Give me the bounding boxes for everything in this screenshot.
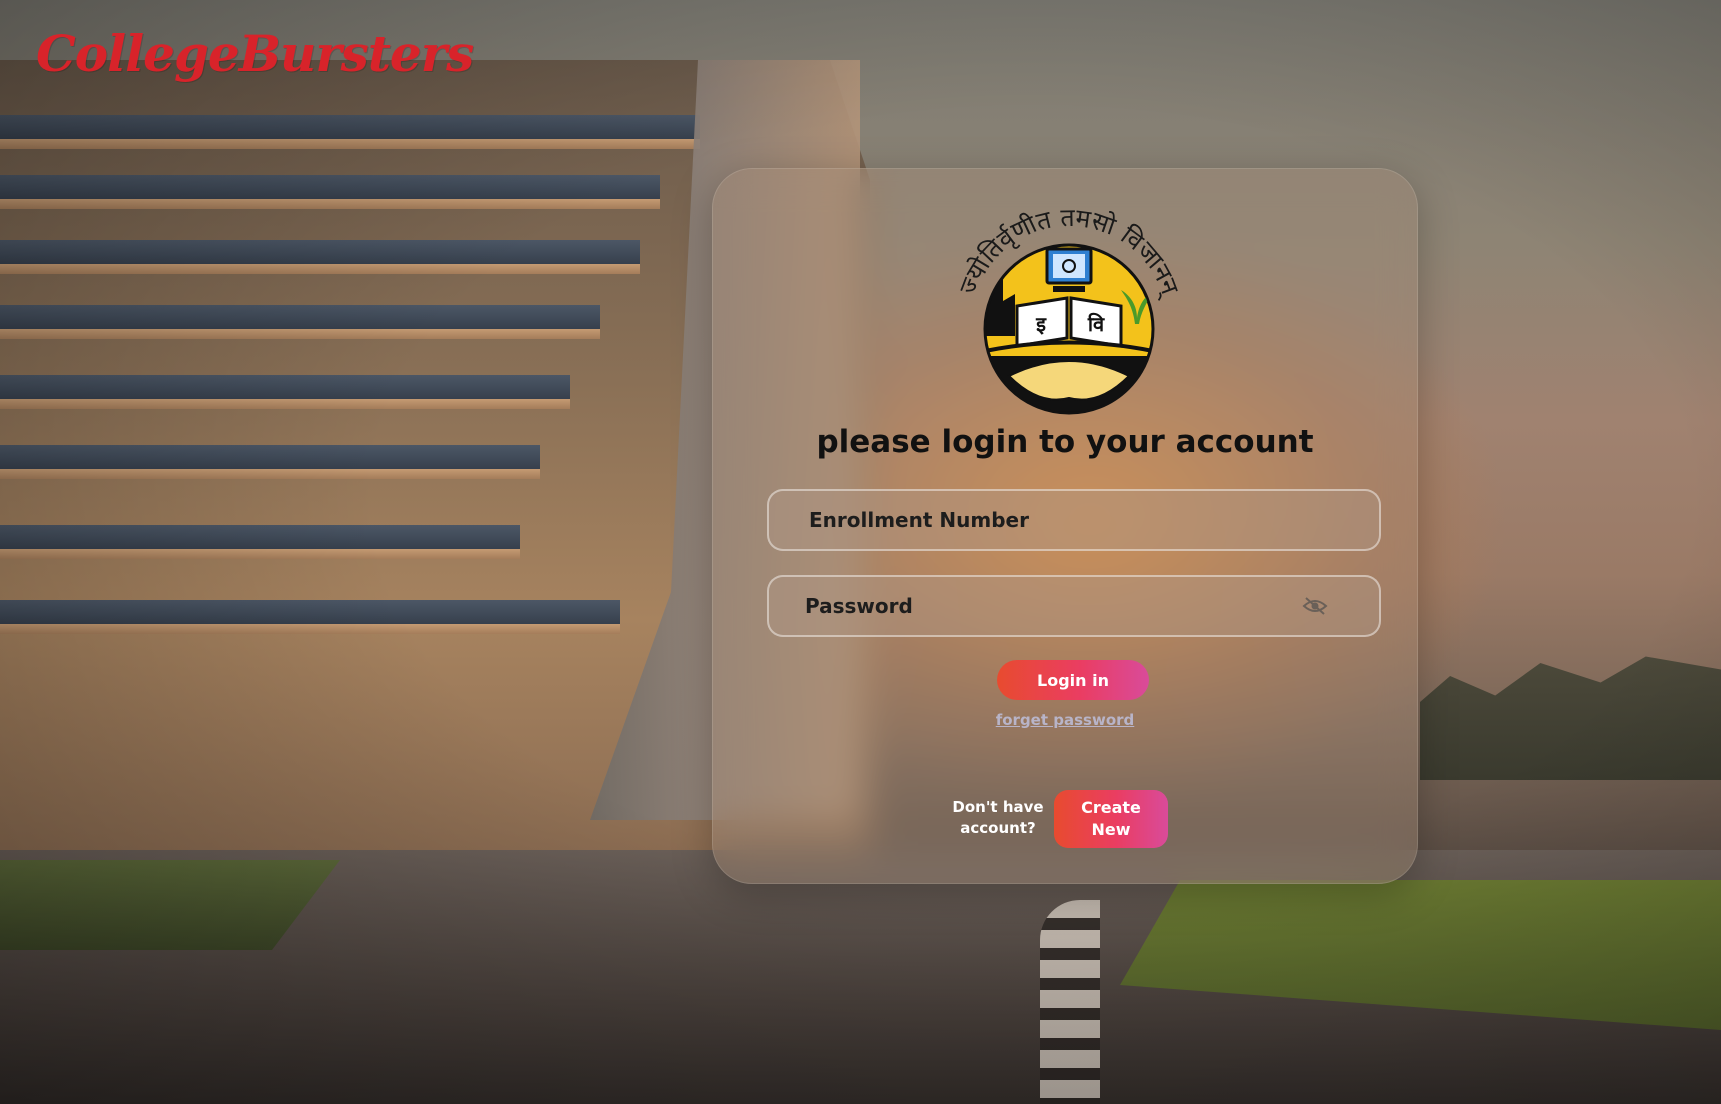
password-input[interactable]	[805, 594, 1301, 618]
no-account-text: Don't have account?	[952, 798, 1044, 837]
login-button[interactable]: Login in	[997, 660, 1149, 700]
enrollment-input[interactable]	[809, 508, 1339, 532]
forgot-password-link[interactable]: forget password	[712, 711, 1418, 729]
svg-text:वि: वि	[1087, 312, 1105, 336]
eye-off-icon[interactable]	[1301, 595, 1329, 617]
university-emblem: ज्योतिर्वृणीत तमसो विजानन् इ वि	[953, 206, 1186, 415]
login-card: ज्योतिर्वृणीत तमसो विजानन् इ वि please l…	[712, 168, 1418, 884]
enrollment-field[interactable]	[767, 489, 1381, 551]
page-title: please login to your account	[816, 424, 1314, 460]
brand-logo[interactable]: CollegeBursters	[36, 24, 474, 83]
svg-text:इ: इ	[1035, 312, 1047, 336]
password-field[interactable]	[767, 575, 1381, 637]
create-account-button[interactable]: Create New	[1054, 790, 1168, 848]
